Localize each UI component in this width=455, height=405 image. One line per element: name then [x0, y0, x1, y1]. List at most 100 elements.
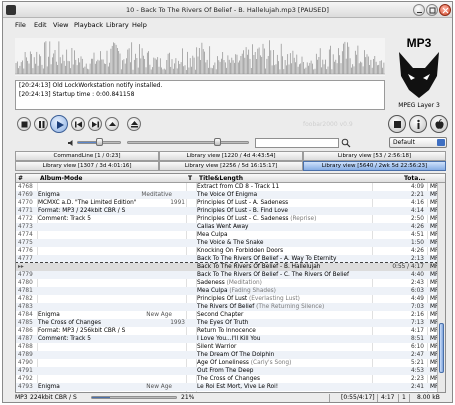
table-row[interactable]: 4786 Format: MP3 / 256kbit CBR / S Return … — [16, 327, 445, 335]
table-row[interactable]: 4784EnigmaNew AgeSecond Chapter 2:16MP3 — [16, 311, 445, 319]
playlist-select[interactable]: Default — [389, 137, 447, 148]
table-row[interactable]: 4783 The Rivers Of Belief (The Returning … — [16, 303, 445, 311]
vertical-scrollbar[interactable] — [437, 183, 445, 392]
minimize-button[interactable] — [413, 4, 425, 16]
table-row[interactable]: 4788Silent Warrior 6:10MP3 — [16, 343, 445, 351]
menu-help[interactable]: Help — [132, 21, 147, 29]
random-button[interactable] — [105, 117, 119, 131]
tab-library-view-1[interactable]: Library view [1220 / 4d 4:43:54] — [159, 151, 303, 161]
menu-playback[interactable]: Playback — [74, 21, 103, 29]
info-button[interactable] — [409, 115, 427, 133]
column-header-track[interactable]: T — [188, 175, 192, 182]
row-album-text: MCMXC a.D. "The Limited Edition" — [38, 200, 137, 206]
table-row[interactable]: 4785 The Cross of Changes 1993 The Eyes Of … — [16, 319, 445, 327]
column-header-title[interactable]: Title&Length — [199, 175, 243, 182]
row-number: 4780 — [18, 280, 33, 286]
tab-library-view-3[interactable]: Library view [1307 / 3d 4:01:16] — [15, 161, 159, 171]
row-number: 4784 — [18, 312, 33, 318]
row-album: Format: MP3 / 224kbit CBR / S — [38, 207, 186, 215]
table-row[interactable]: 4770 MCMXC a.D. "The Limited Edition" 1991… — [16, 199, 445, 207]
previous-button[interactable] — [71, 117, 85, 131]
next-button[interactable] — [88, 117, 102, 131]
table-row[interactable]: 4787 Comment: Track 5 I Love You...I'll Ki… — [16, 335, 445, 343]
table-row[interactable]: 4773Callas Went Away 4:26MP3 — [16, 223, 445, 231]
table-row[interactable]: 4769 Enigma Meditative The Voice Of Enigma … — [16, 191, 445, 199]
row-length: 6:03 — [410, 288, 424, 294]
row-number: 4789 — [18, 352, 33, 358]
pause-button[interactable] — [34, 117, 48, 131]
tab-library-view-4[interactable]: Library view [2256 / 5d 16:15:17] — [159, 161, 303, 171]
waveform-graph — [15, 40, 385, 75]
row-title-text: Le Roi Est Mort, Vive Le Roi! — [197, 384, 279, 390]
table-row-now-playing[interactable]: ▸▸ Back To The Rivers Of Belief - B. Hall… — [16, 262, 445, 272]
table-row[interactable]: 4790 Age Of Loneliness (Carly's Song) 5:21… — [16, 359, 445, 367]
row-title-extra: (Reprise) — [290, 216, 317, 222]
row-number: 4785 — [18, 320, 33, 326]
column-header-total[interactable]: Tota... — [404, 175, 425, 182]
table-row[interactable]: 4771 Format: MP3 / 224kbit CBR / S Princip… — [16, 207, 445, 215]
row-title-text: Back To The Rivers Of Belief - A. Way To… — [197, 256, 337, 262]
row-title: Callas Went Away — [197, 223, 372, 231]
row-number: 4775 — [18, 240, 33, 246]
volume-knob[interactable] — [96, 138, 103, 146]
row-title: The Eyes Of Truth — [197, 319, 372, 327]
menu-view[interactable]: View — [53, 21, 68, 29]
row-title: Back To The Rivers Of Belief - A. Way To… — [197, 255, 372, 263]
row-title-text: Return To Innocence — [197, 328, 256, 334]
table-row[interactable]: 4792The Cross of Changes 2:23MP3 — [16, 375, 445, 383]
play-icon — [57, 121, 64, 129]
stop-button[interactable] — [17, 117, 31, 131]
table-row[interactable]: 4781Mea Culpa (Fading Shades)6:03MP3 — [16, 287, 445, 295]
row-length: 4:40 — [410, 272, 424, 278]
tab-library-view-2[interactable]: Library view [53 / 2:56:18] — [303, 151, 446, 161]
close-button[interactable] — [439, 4, 451, 16]
row-title: Principles Of Lust - A. Sadeness — [197, 199, 372, 207]
table-row[interactable]: 4780Sadeness (Meditation)2:43MP3 — [16, 279, 445, 287]
tab-library-view-active[interactable]: Library view [5640 / 2wk 5d 22:56:23] — [303, 161, 446, 171]
row-title: Sadeness (Meditation) — [197, 279, 372, 287]
row-title-text: The Voice & The Snake — [197, 240, 264, 246]
table-row[interactable]: 4789The Dream Of The Dolphin 2:47MP3 — [16, 351, 445, 359]
menu-edit[interactable]: Edit — [34, 21, 47, 29]
table-row[interactable]: 4782 Principles Of Lust (Everlasting Lust… — [16, 295, 445, 303]
row-title-text: Extract from CD 8 - Track 11 — [197, 184, 280, 190]
menu-library[interactable]: Library — [106, 21, 129, 29]
search-icon[interactable] — [341, 138, 351, 148]
row-number: 4791 — [18, 368, 33, 374]
table-row[interactable]: 4779 Back To The Rivers Of Belief - C. Th… — [16, 271, 445, 279]
column-header-album[interactable]: Album-Mode — [40, 175, 82, 182]
menu-file[interactable]: File — [15, 21, 26, 29]
scrollbar-thumb[interactable] — [439, 323, 444, 373]
table-row[interactable]: 4776Knocking On Forbidden Doors 4:26MP3 — [16, 247, 445, 255]
title-bar[interactable]: 10 - Back To The Rivers Of Belief - B. H… — [3, 2, 452, 18]
open-button[interactable] — [127, 117, 141, 131]
row-album-text: Format: MP3 / 256kbit CBR / S — [38, 328, 126, 334]
table-row[interactable]: 4772 Comment: Track 5 Principles Of Lust -… — [16, 215, 445, 223]
row-length: 2:50 — [410, 216, 424, 222]
seek-knob[interactable] — [213, 138, 221, 146]
maximize-button[interactable] — [426, 4, 438, 16]
stop-after-current-button[interactable] — [388, 115, 406, 133]
table-row[interactable]: 4777 Back To The Rivers Of Belief - A. Wa… — [16, 255, 445, 263]
table-row[interactable]: 4793 Enigma New Age Le Roi Est Mort, Vive L… — [16, 383, 445, 391]
row-genre: New Age — [146, 312, 172, 318]
row-number: 4773 — [18, 224, 33, 230]
search-input[interactable] — [255, 138, 339, 148]
row-length: 4:17 — [410, 328, 424, 334]
tab-commandline[interactable]: CommandLine [1 / 0:23] — [15, 151, 159, 161]
play-button[interactable] — [50, 115, 68, 133]
table-row[interactable]: 4768Extract from CD 8 - Track 11 4:09MP3 — [16, 183, 445, 191]
table-row[interactable]: 4775The Voice & The Snake 1:50MP3 — [16, 239, 445, 247]
row-title-text: Back To The Rivers Of Belief - C. The Ri… — [197, 272, 350, 278]
row-number: 4772 — [18, 216, 33, 222]
pause-icon — [39, 121, 45, 128]
volume-slider[interactable] — [77, 138, 121, 146]
row-genre: New Age — [146, 384, 172, 390]
table-row[interactable]: 4774Mea Culpa 4:51MP3 — [16, 231, 445, 239]
transport-controls: foobar2000 v0.9 — [3, 115, 452, 137]
apple-menu-button[interactable] — [430, 115, 448, 133]
column-header-number[interactable]: # — [18, 175, 23, 182]
row-title: Principles Of Lust (Everlasting Lust) — [197, 295, 372, 303]
table-row[interactable]: 4791Out From The Deep 4:53MP3 — [16, 367, 445, 375]
seek-bar[interactable] — [127, 138, 249, 146]
